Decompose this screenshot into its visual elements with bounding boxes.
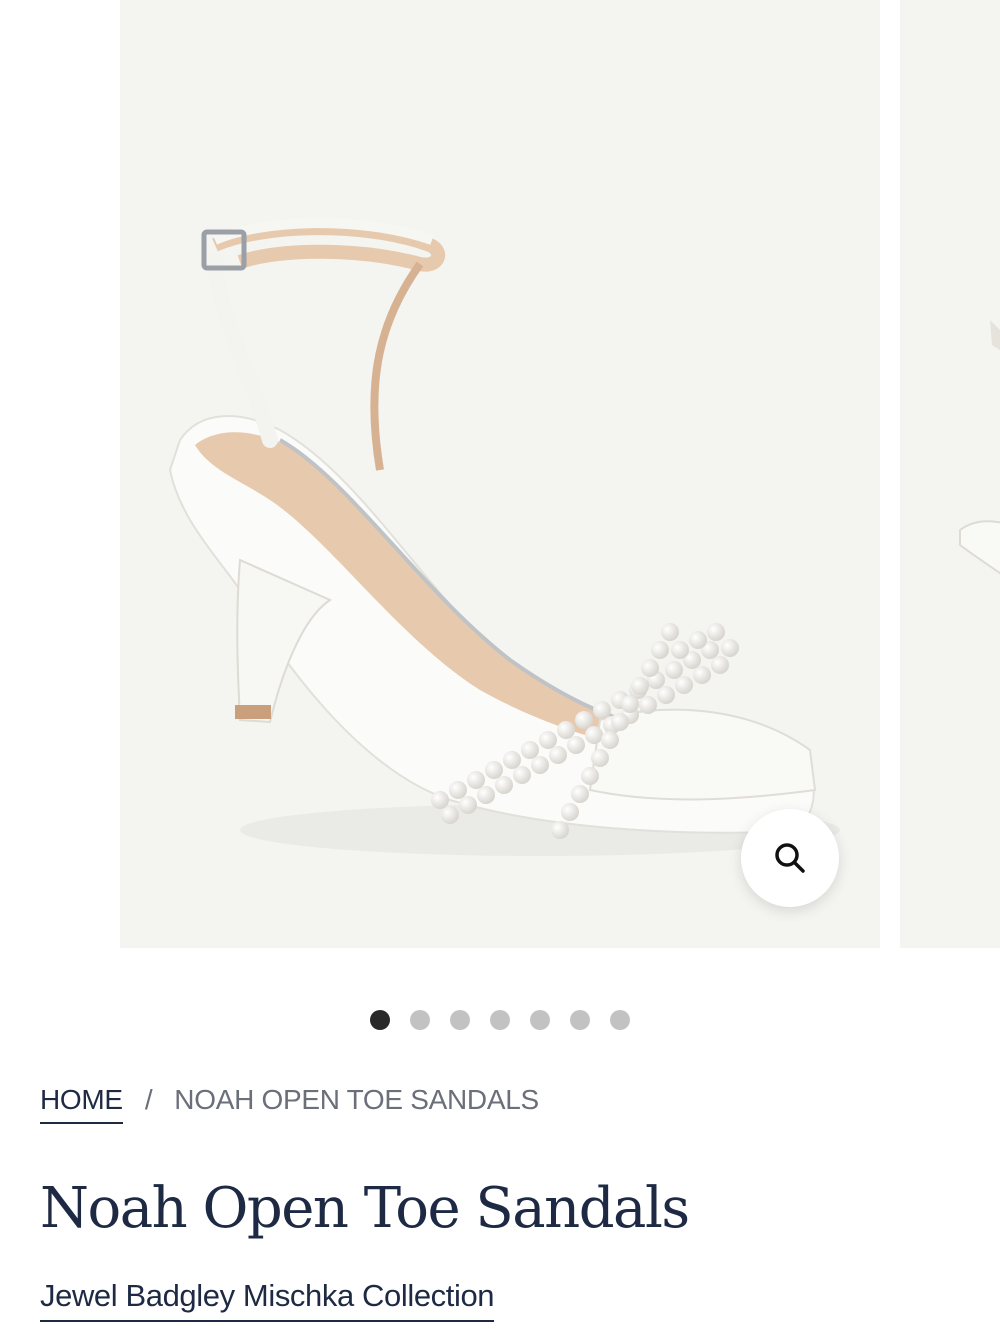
sandal-image-next xyxy=(959,320,1000,575)
pagination-dot[interactable] xyxy=(530,1010,550,1030)
pagination-dot[interactable] xyxy=(450,1010,470,1030)
sandal-image xyxy=(168,218,840,856)
product-image-gallery[interactable] xyxy=(0,0,1000,948)
breadcrumb-separator: / xyxy=(144,1084,153,1115)
product-title: Noah Open Toe Sandals xyxy=(40,1176,690,1241)
pagination-dot[interactable] xyxy=(410,1010,430,1030)
pagination-dot[interactable] xyxy=(370,1010,390,1030)
breadcrumb-current: NOAH OPEN TOE SANDALS xyxy=(174,1084,539,1115)
zoom-button[interactable] xyxy=(741,809,839,907)
gallery-pagination xyxy=(370,1010,630,1030)
pagination-dot[interactable] xyxy=(490,1010,510,1030)
collection-link[interactable]: Jewel Badgley Mischka Collection xyxy=(40,1278,495,1322)
search-icon xyxy=(775,843,805,873)
product-image-next[interactable] xyxy=(900,0,1000,948)
pagination-dot[interactable] xyxy=(570,1010,590,1030)
breadcrumb-home-link[interactable]: HOME xyxy=(40,1084,123,1124)
product-image-main[interactable] xyxy=(120,0,880,948)
pagination-dot[interactable] xyxy=(610,1010,630,1030)
breadcrumb: HOME / NOAH OPEN TOE SANDALS xyxy=(40,1084,539,1124)
